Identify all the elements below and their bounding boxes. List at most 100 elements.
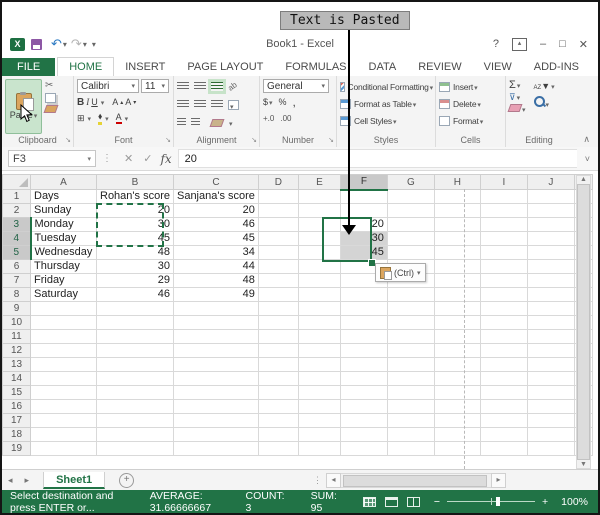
fill-color-caret-icon[interactable]	[104, 113, 109, 123]
cell-a18[interactable]	[31, 428, 97, 442]
top-align-icon[interactable]	[177, 82, 189, 91]
cell-e11[interactable]	[298, 330, 340, 344]
cell-e8[interactable]	[298, 288, 340, 302]
restore-button[interactable]: □	[559, 38, 566, 50]
cell-i18[interactable]	[480, 428, 527, 442]
cell-d2[interactable]	[258, 204, 298, 218]
cell-h11[interactable]	[434, 330, 480, 344]
cell-h10[interactable]	[434, 316, 480, 330]
cell-a15[interactable]	[31, 386, 97, 400]
row-header-3[interactable]: 3	[3, 218, 31, 232]
help-button[interactable]: ?	[493, 38, 499, 50]
cell-b9[interactable]	[97, 302, 174, 316]
cell-j17[interactable]	[527, 414, 574, 428]
cell-e14[interactable]	[298, 372, 340, 386]
fill-button[interactable]: ⊽	[509, 92, 526, 103]
cell-c11[interactable]	[173, 330, 258, 344]
cell-d3[interactable]	[258, 218, 298, 232]
insert-cells-button[interactable]: Insert	[439, 79, 503, 94]
row-header-4[interactable]: 4	[3, 232, 31, 246]
column-header-h[interactable]: H	[434, 175, 480, 190]
cell-e17[interactable]	[298, 414, 340, 428]
middle-align-icon[interactable]	[194, 82, 206, 91]
borders-button[interactable]: ⊞	[77, 113, 85, 124]
cell-h3[interactable]	[434, 218, 480, 232]
cell-a19[interactable]	[31, 442, 97, 456]
cell-e5[interactable]	[298, 246, 340, 260]
row-header-14[interactable]: 14	[3, 372, 31, 386]
cell-a17[interactable]	[31, 414, 97, 428]
font-size-select[interactable]: 11	[141, 79, 169, 93]
cell-a1[interactable]: Days	[31, 190, 97, 204]
cell-d6[interactable]	[258, 260, 298, 274]
cell-i7[interactable]	[480, 274, 527, 288]
cell-j15[interactable]	[527, 386, 574, 400]
increase-indent-icon[interactable]	[191, 118, 200, 127]
cell-f13[interactable]	[340, 358, 387, 372]
borders-caret-icon[interactable]	[87, 113, 92, 123]
cell-b15[interactable]	[97, 386, 174, 400]
tab-file[interactable]: FILE	[2, 58, 55, 76]
underline-button[interactable]: U	[91, 97, 98, 107]
cell-g4[interactable]	[387, 232, 434, 246]
row-header-9[interactable]: 9	[3, 302, 31, 316]
cell-i15[interactable]	[480, 386, 527, 400]
ribbon-display-options-icon[interactable]: ▴	[512, 38, 527, 51]
cell-h2[interactable]	[434, 204, 480, 218]
cell-d17[interactable]	[258, 414, 298, 428]
cell-b19[interactable]	[97, 442, 174, 456]
column-header-j[interactable]: J	[527, 175, 574, 190]
bottom-align-icon[interactable]	[211, 82, 223, 91]
cell-g14[interactable]	[387, 372, 434, 386]
cell-b14[interactable]	[97, 372, 174, 386]
cell-f10[interactable]	[340, 316, 387, 330]
insert-function-icon[interactable]: fx	[160, 152, 171, 166]
cell-f19[interactable]	[340, 442, 387, 456]
column-header-e[interactable]: E	[298, 175, 340, 190]
cell-g11[interactable]	[387, 330, 434, 344]
cell-c4[interactable]: 45	[173, 232, 258, 246]
column-header-b[interactable]: B	[97, 175, 174, 190]
cell-j7[interactable]	[527, 274, 574, 288]
cut-icon[interactable]: ✂	[45, 80, 57, 91]
row-header-15[interactable]: 15	[3, 386, 31, 400]
cell-a9[interactable]	[31, 302, 97, 316]
cell-i12[interactable]	[480, 344, 527, 358]
increase-decimal-icon[interactable]: +.0	[263, 114, 274, 123]
enter-entry-icon[interactable]: ✓	[143, 152, 152, 165]
undo-icon[interactable]: ↶	[51, 36, 62, 52]
cell-e6[interactable]	[298, 260, 340, 274]
cell-j5[interactable]	[527, 246, 574, 260]
cell-d4[interactable]	[258, 232, 298, 246]
row-header-17[interactable]: 17	[3, 414, 31, 428]
cell-c3[interactable]: 46	[173, 218, 258, 232]
cell-i1[interactable]	[480, 190, 527, 204]
collapse-ribbon-icon[interactable]: ∧	[583, 134, 590, 145]
page-layout-view-button[interactable]	[385, 497, 398, 507]
row-header-2[interactable]: 2	[3, 204, 31, 218]
fill-color-button[interactable]: ⬧	[98, 111, 102, 125]
cell-b16[interactable]	[97, 400, 174, 414]
new-sheet-button[interactable]: +	[119, 473, 134, 488]
cell-g17[interactable]	[387, 414, 434, 428]
cell-d18[interactable]	[258, 428, 298, 442]
italic-button[interactable]: I	[86, 97, 89, 107]
row-header-7[interactable]: 7	[3, 274, 31, 288]
cell-j2[interactable]	[527, 204, 574, 218]
cell-c16[interactable]	[173, 400, 258, 414]
cell-h1[interactable]	[434, 190, 480, 204]
column-header-i[interactable]: I	[480, 175, 527, 190]
quick-access-customize-icon[interactable]: ▾	[92, 40, 96, 49]
cell-d12[interactable]	[258, 344, 298, 358]
cell-c17[interactable]	[173, 414, 258, 428]
redo-caret-icon[interactable]: ▾	[83, 40, 87, 49]
font-color-button[interactable]: A	[116, 112, 122, 124]
cell-f17[interactable]	[340, 414, 387, 428]
cell-f8[interactable]	[340, 288, 387, 302]
delete-cells-button[interactable]: Delete	[439, 96, 503, 111]
cell-c1[interactable]: Sanjana's score	[173, 190, 258, 204]
undo-caret-icon[interactable]: ▾	[63, 40, 67, 49]
cell-c8[interactable]: 49	[173, 288, 258, 302]
cell-a5[interactable]: Wednesday	[31, 246, 97, 260]
paste-options-button[interactable]: (Ctrl) ▾	[375, 263, 426, 282]
